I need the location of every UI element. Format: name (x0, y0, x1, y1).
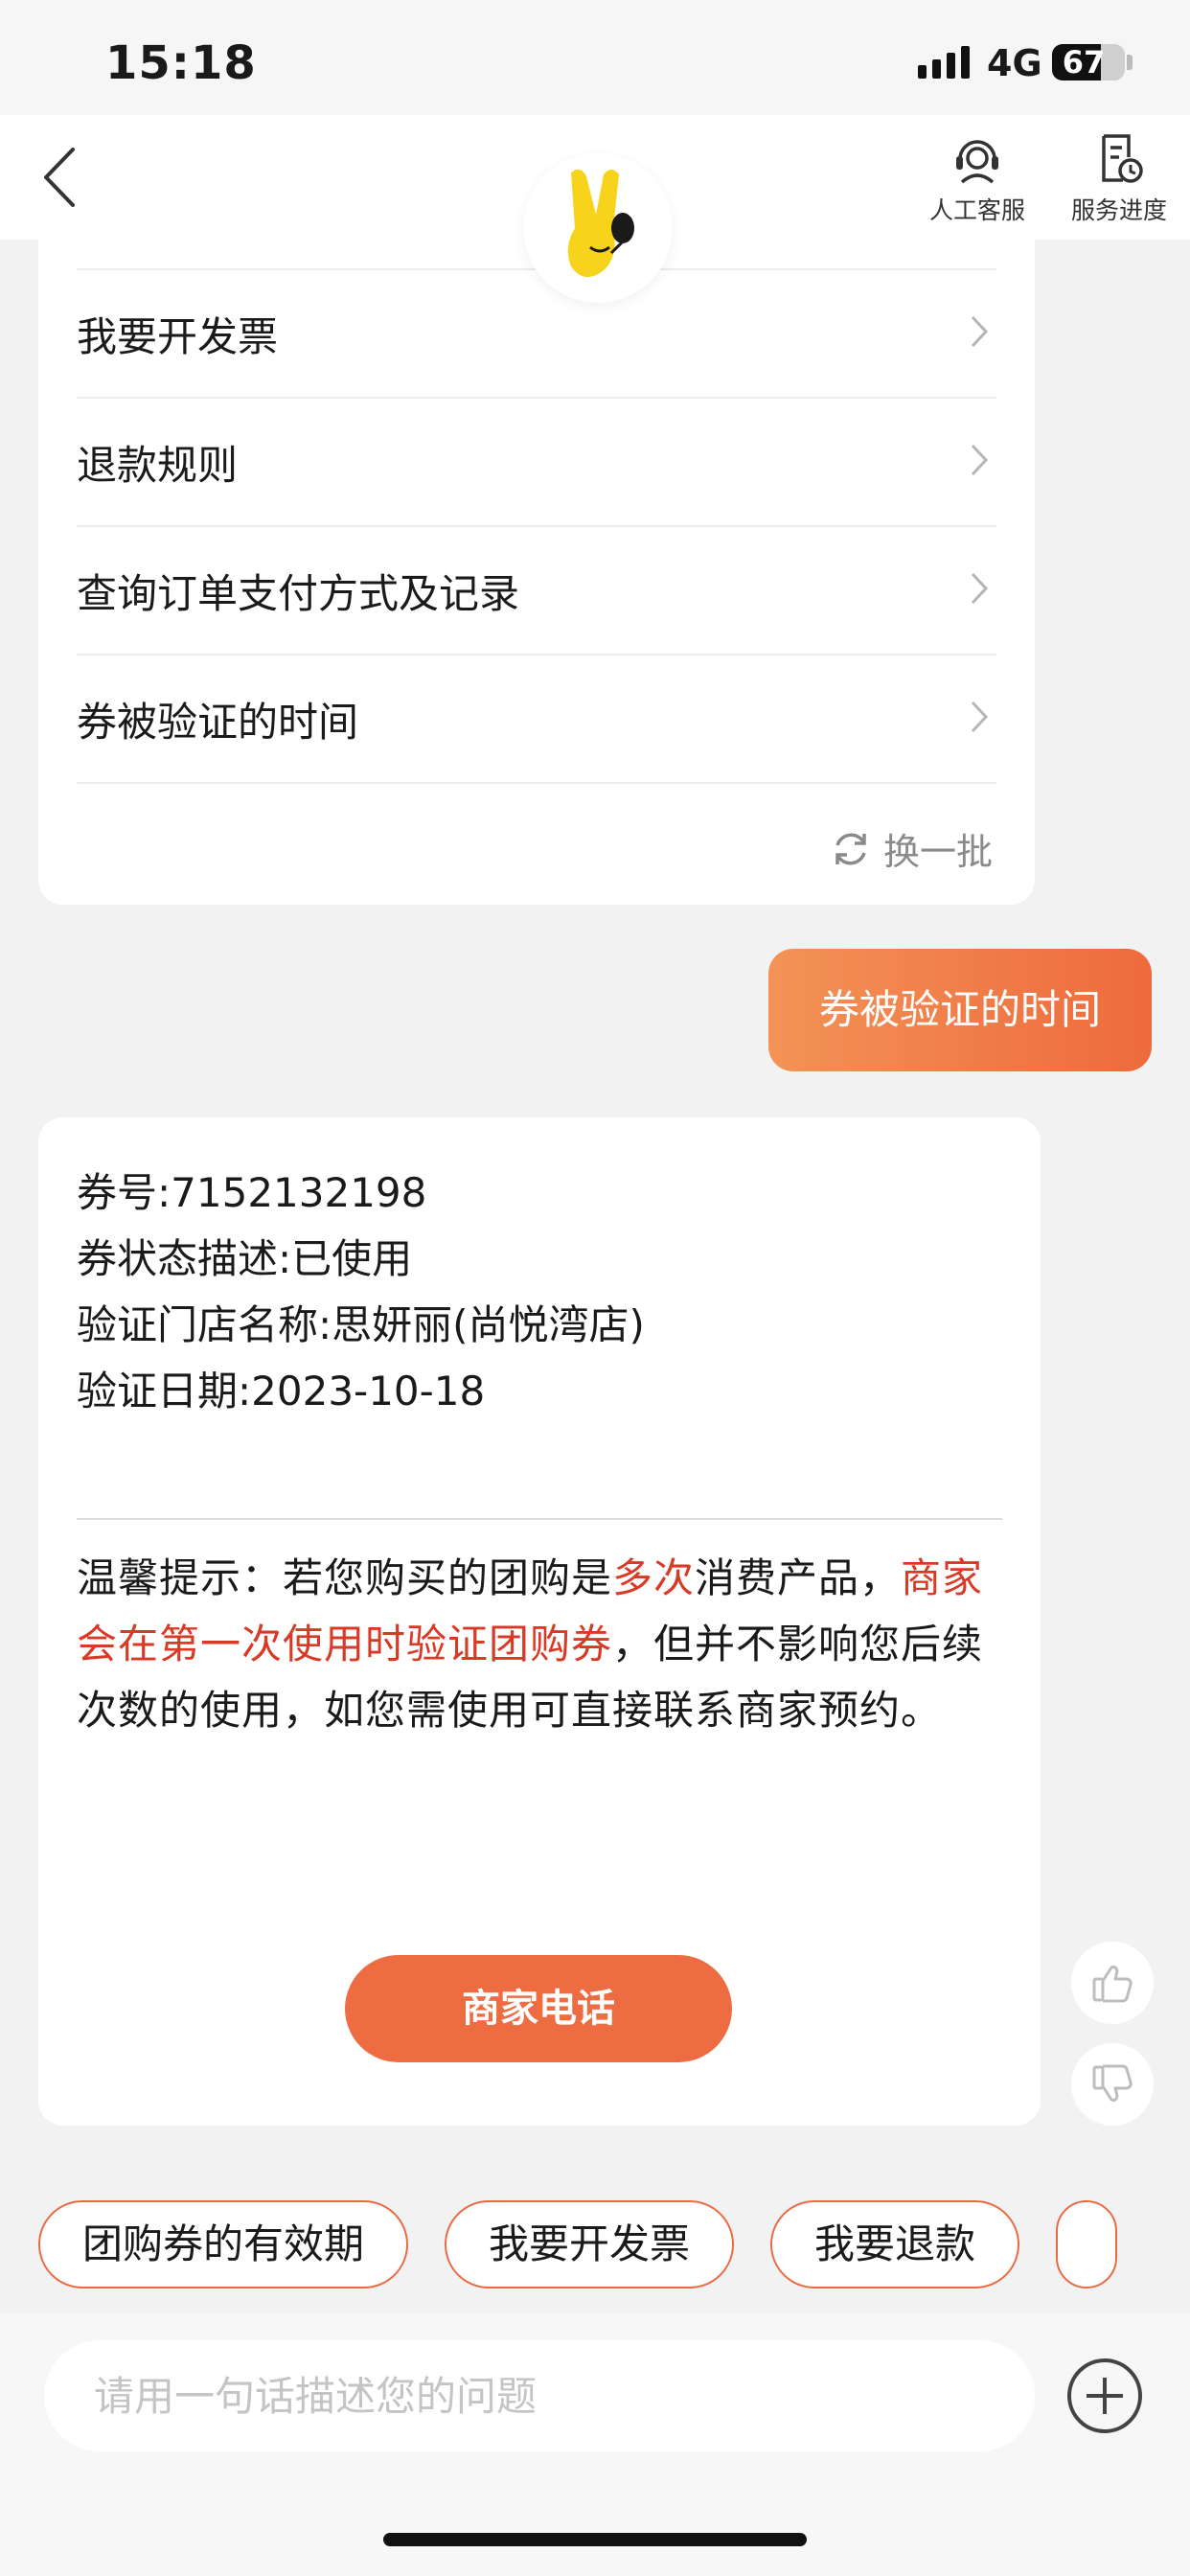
faq-item-label: 退款规则 (77, 442, 239, 489)
tip-text: 温馨提示：若您购买的团购是多次消费产品，商家会在第一次使用时验证团购券，但并不影… (77, 1545, 1002, 1743)
service-progress-button[interactable]: 服务进度 (1052, 130, 1186, 226)
faq-item-label: 我要开发票 (77, 313, 279, 360)
network-type: 4G (987, 42, 1042, 84)
home-indicator (383, 2533, 807, 2546)
question-input[interactable] (44, 2340, 1035, 2451)
faq-item-refund-rules[interactable]: 退款规则 (77, 397, 996, 525)
faq-item-payment-records[interactable]: 查询订单支付方式及记录 (77, 525, 996, 654)
verification-store: 验证门店名称:思妍丽(尚悦湾店) (77, 1301, 645, 1348)
assistant-mascot-avatar (523, 153, 673, 303)
more-options-button[interactable] (1065, 2357, 1144, 2435)
faq-item-label: 券被验证的时间 (77, 699, 359, 746)
tip-text-part: 温馨提示：若您购买的团购是 (77, 1554, 613, 1601)
thumbs-down-icon (1092, 2064, 1133, 2102)
human-service-label: 人工客服 (928, 196, 1025, 224)
chevron-right-icon (971, 572, 989, 605)
battery-tip (1127, 55, 1133, 70)
faq-item-label: 查询订单支付方式及记录 (77, 570, 520, 617)
faq-suggestion-card: 我要开发票 退款规则 查询订单支付方式及记录 券被验证的时间 换一批 (38, 240, 1035, 905)
battery-icon: 67 (1052, 44, 1125, 80)
refresh-icon (835, 833, 866, 864)
coupon-info: 券号:7152132198 券状态描述:已使用 验证门店名称:思妍丽(尚悦湾店)… (77, 1160, 645, 1424)
thumbs-down-button[interactable] (1071, 2043, 1154, 2126)
chevron-right-icon (971, 701, 989, 733)
quick-reply-validity[interactable]: 团购券的有效期 (38, 2200, 409, 2288)
quick-reply-refund[interactable]: 我要退款 (770, 2200, 1020, 2288)
thumbs-up-button[interactable] (1071, 1942, 1154, 2024)
quick-reply-invoice[interactable]: 我要开发票 (445, 2200, 735, 2288)
verification-date: 验证日期:2023-10-18 (77, 1368, 486, 1414)
quick-reply-partial[interactable] (1056, 2200, 1118, 2288)
plus-circle-icon (1067, 2358, 1142, 2433)
battery-percentage: 67 (1062, 44, 1106, 80)
answer-card: 券号:7152132198 券状态描述:已使用 验证门店名称:思妍丽(尚悦湾店)… (38, 1117, 1041, 2126)
thumbs-up-icon (1092, 1966, 1133, 2003)
faq-list: 我要开发票 退款规则 查询订单支付方式及记录 券被验证的时间 (77, 268, 996, 784)
quick-reply-bar: 团购券的有效期 我要开发票 我要退款 (38, 2200, 1190, 2290)
headset-icon (956, 140, 998, 184)
status-bar: 15:18 4G 67 (0, 0, 1190, 115)
faq-item-verification-time[interactable]: 券被验证的时间 (77, 654, 996, 784)
chevron-right-icon (971, 444, 989, 476)
user-message-bubble: 券被验证的时间 (768, 949, 1152, 1071)
tip-text-part: 消费产品， (695, 1554, 902, 1601)
progress-document-icon (1102, 134, 1143, 183)
back-arrow-icon (44, 148, 75, 207)
back-button[interactable] (36, 144, 84, 211)
service-progress-label: 服务进度 (1070, 196, 1167, 224)
status-time: 15:18 (105, 36, 257, 90)
chevron-right-icon (971, 315, 989, 348)
refresh-label: 换一批 (882, 831, 993, 873)
tip-highlight: 多次 (612, 1554, 696, 1601)
merchant-phone-button[interactable]: 商家电话 (345, 1955, 732, 2062)
human-service-button[interactable]: 人工客服 (910, 130, 1044, 226)
coupon-number: 券号:7152132198 (77, 1169, 427, 1216)
signal-strength-icon (918, 46, 972, 79)
refresh-faq-button[interactable]: 换一批 (830, 822, 993, 875)
coupon-status: 券状态描述:已使用 (77, 1235, 413, 1282)
divider (77, 1518, 1002, 1520)
